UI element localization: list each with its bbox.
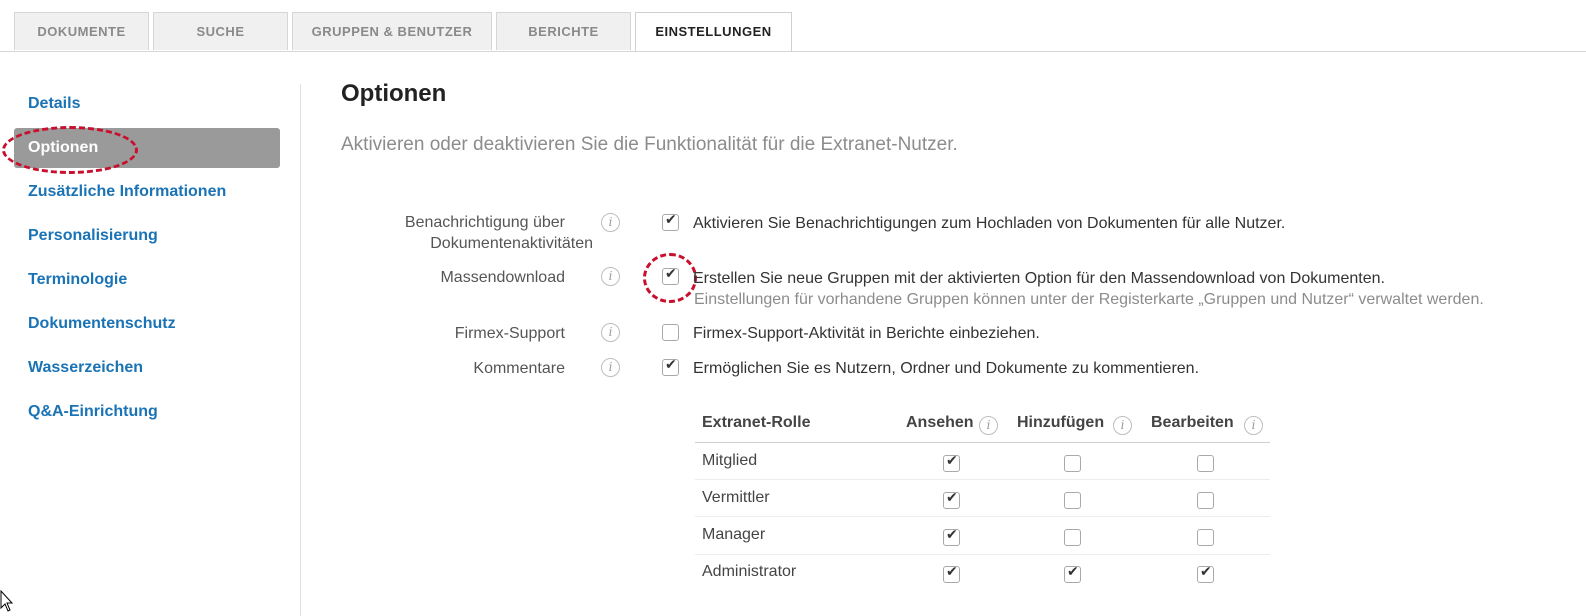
table-row-role: Administrator — [702, 563, 797, 580]
column-header-view: Ansehen — [906, 414, 974, 431]
info-icon[interactable]: i — [1244, 416, 1263, 435]
option-subtext-massendownload: Einstellungen für vorhandene Gruppen kön… — [694, 291, 1484, 308]
checkbox-mitglied-bearbeiten[interactable] — [1197, 455, 1214, 472]
sidebar: Details Optionen Zusätzliche Information… — [0, 84, 301, 616]
option-text-benachrichtigung: Aktivieren Sie Benachrichtigungen zum Ho… — [693, 215, 1286, 232]
option-label-line: Firmex-Support — [454, 325, 565, 342]
option-label-kommentare: Kommentare — [473, 358, 593, 379]
checkbox-manager-bearbeiten[interactable] — [1197, 529, 1214, 546]
check-icon: ✔ — [1067, 564, 1079, 580]
check-icon: ✔ — [946, 527, 958, 543]
option-text-massendownload: Erstellen Sie neue Gruppen mit der aktiv… — [693, 270, 1385, 287]
check-icon: ✔ — [665, 357, 677, 373]
tab-einstellungen[interactable]: EINSTELLUNGEN — [635, 12, 792, 51]
column-header-add: Hinzufügen — [1017, 414, 1105, 431]
checkbox-mitglied-hinzufuegen[interactable] — [1064, 455, 1081, 472]
checkbox-mitglied-ansehen[interactable]: ✔ — [943, 453, 960, 472]
option-label-line: Benachrichtigung über — [404, 214, 565, 231]
sidebar-item-optionen[interactable]: Optionen — [14, 128, 280, 168]
check-icon: ✔ — [1200, 564, 1212, 580]
option-text-kommentare: Ermöglichen Sie es Nutzern, Ordner und D… — [693, 360, 1200, 377]
mouse-cursor-icon — [0, 590, 14, 612]
sidebar-item-qa-einrichtung[interactable]: Q&A-Einrichtung — [14, 392, 280, 432]
sidebar-item-zusaetzliche-informationen[interactable]: Zusätzliche Informationen — [14, 172, 280, 212]
column-header-role: Extranet-Rolle — [702, 414, 811, 431]
info-icon[interactable]: i — [601, 358, 620, 377]
sidebar-item-dokumentenschutz[interactable]: Dokumentenschutz — [14, 304, 280, 344]
tab-dokumente[interactable]: DOKUMENTE — [14, 12, 149, 50]
page-description: Aktivieren oder deaktivieren Sie die Fun… — [341, 134, 958, 155]
checkbox-vermittler-ansehen[interactable]: ✔ — [943, 490, 960, 509]
tab-bar: DOKUMENTE SUCHE GRUPPEN & BENUTZER BERIC… — [0, 0, 1586, 52]
sidebar-item-personalisierung[interactable]: Personalisierung — [14, 216, 280, 256]
checkbox-manager-ansehen[interactable]: ✔ — [943, 527, 960, 546]
table-row-role: Vermittler — [702, 489, 770, 506]
tab-berichte[interactable]: BERICHTE — [496, 12, 631, 50]
check-icon: ✔ — [946, 490, 958, 506]
table-row-divider — [695, 516, 1270, 517]
column-header-edit: Bearbeiten — [1151, 414, 1234, 431]
checkbox-vermittler-hinzufuegen[interactable] — [1064, 492, 1081, 509]
checkbox-administrator-ansehen[interactable]: ✔ — [943, 564, 960, 583]
check-icon: ✔ — [665, 212, 677, 228]
option-label-benachrichtigung: Benachrichtigung über Dokumentenaktivitä… — [405, 212, 593, 254]
option-label-firmex-support: Firmex-Support — [455, 323, 593, 344]
checkbox-vermittler-bearbeiten[interactable] — [1197, 492, 1214, 509]
table-header-divider — [695, 442, 1270, 443]
option-label-line: Dokumentenaktivitäten — [430, 235, 593, 252]
option-text-firmex-support: Firmex-Support-Aktivität in Berichte ein… — [693, 325, 1040, 342]
table-row-divider — [695, 479, 1270, 480]
check-icon: ✔ — [946, 453, 958, 469]
page-title: Optionen — [341, 80, 447, 107]
checkbox-firmex-support[interactable] — [662, 324, 679, 341]
option-label-line: Massendownload — [440, 269, 565, 286]
table-row-divider — [695, 554, 1270, 555]
info-icon[interactable]: i — [601, 213, 620, 232]
check-icon: ✔ — [665, 266, 677, 282]
info-icon[interactable]: i — [1113, 416, 1132, 435]
info-icon[interactable]: i — [601, 323, 620, 342]
checkbox-massendownload[interactable]: ✔ — [662, 266, 679, 285]
sidebar-item-terminologie[interactable]: Terminologie — [14, 260, 280, 300]
tab-gruppen-benutzer[interactable]: GRUPPEN & BENUTZER — [292, 12, 492, 50]
checkbox-administrator-hinzufuegen[interactable]: ✔ — [1064, 564, 1081, 583]
option-label-line: Kommentare — [473, 360, 565, 377]
check-icon: ✔ — [946, 564, 958, 580]
table-row-role: Mitglied — [702, 452, 758, 469]
info-icon[interactable]: i — [979, 416, 998, 435]
sidebar-item-wasserzeichen[interactable]: Wasserzeichen — [14, 348, 280, 388]
checkbox-manager-hinzufuegen[interactable] — [1064, 529, 1081, 546]
checkbox-administrator-bearbeiten[interactable]: ✔ — [1197, 564, 1214, 583]
sidebar-item-details[interactable]: Details — [14, 84, 280, 124]
option-label-massendownload: Massendownload — [440, 267, 593, 288]
checkbox-kommentare[interactable]: ✔ — [662, 357, 679, 376]
checkbox-benachrichtigung[interactable]: ✔ — [662, 212, 679, 231]
info-icon[interactable]: i — [601, 267, 620, 286]
tab-suche[interactable]: SUCHE — [153, 12, 288, 50]
table-row-role: Manager — [702, 526, 766, 543]
